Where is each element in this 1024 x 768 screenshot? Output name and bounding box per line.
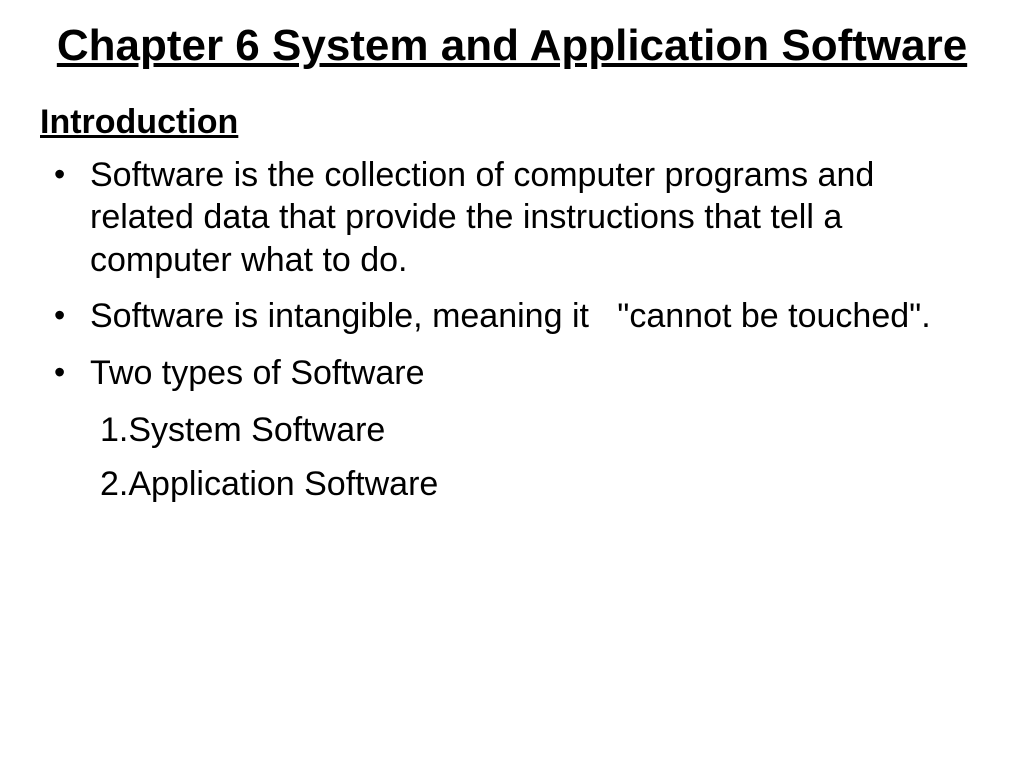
- sub-item-list: 1.System Software 2.Application Software: [40, 408, 984, 508]
- subheading-introduction: Introduction: [40, 103, 984, 142]
- sub-item: 2.Application Software: [100, 462, 984, 508]
- bullet-item: Software is intangible, meaning it "cann…: [40, 295, 984, 338]
- bullet-item: Software is the collection of computer p…: [40, 154, 984, 282]
- bullet-item: Two types of Software: [40, 352, 984, 395]
- bullet-list: Software is the collection of computer p…: [40, 154, 984, 395]
- sub-item: 1.System Software: [100, 408, 984, 454]
- slide-title: Chapter 6 System and Application Softwar…: [40, 20, 984, 73]
